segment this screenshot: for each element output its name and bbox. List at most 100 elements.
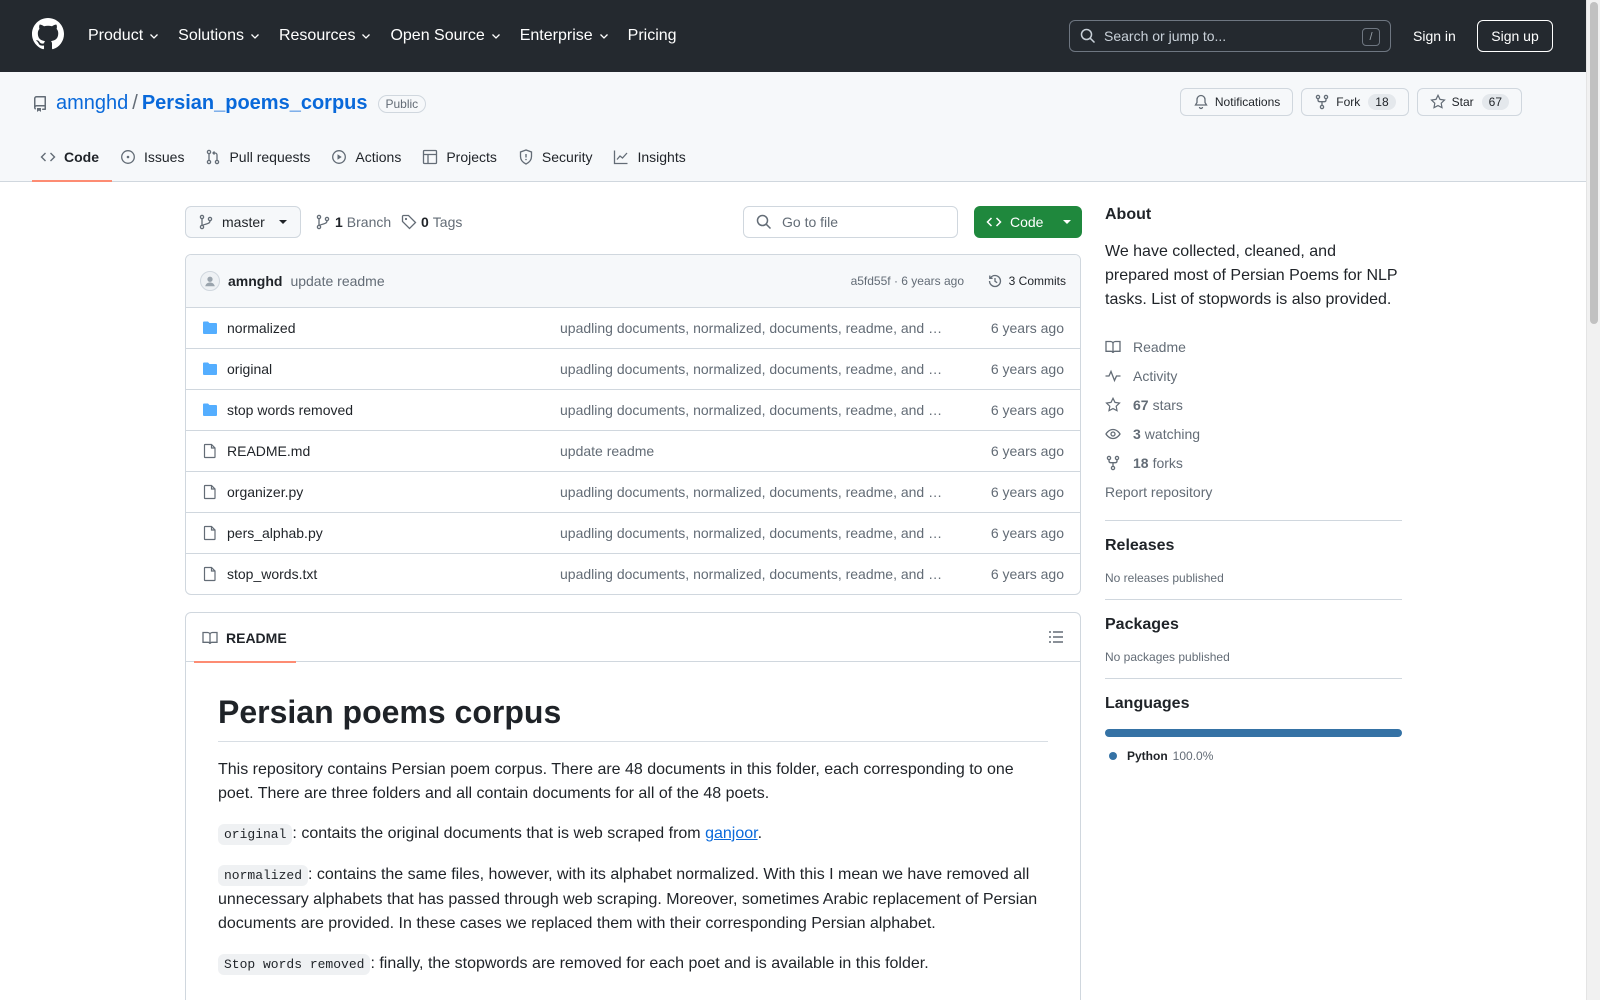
star-icon — [1429, 94, 1446, 109]
code-dropdown-button[interactable]: Code — [974, 206, 1082, 238]
tags-link[interactable]: 0 Tags — [401, 214, 462, 230]
report-repository-link[interactable]: Report repository — [1105, 477, 1402, 506]
file-icon — [203, 484, 216, 500]
chevron-down-icon — [491, 34, 500, 39]
book-icon — [1105, 340, 1121, 353]
file-row[interactable]: pers_alphab.py upadling documents, normal… — [186, 513, 1080, 554]
language-percent: 100.0% — [1172, 749, 1214, 763]
file-commit-message[interactable]: upadling documents, normalized, document… — [560, 525, 945, 541]
commits-history-link[interactable]: 3 Commits — [987, 273, 1066, 289]
file-commit-age: 6 years ago — [990, 484, 1064, 500]
commit-meta[interactable]: a5fd55f · 6 years ago — [851, 274, 964, 288]
file-commit-message[interactable]: update readme — [560, 443, 945, 459]
nav-open-source[interactable]: Open Source — [390, 27, 501, 45]
issue-icon — [121, 150, 135, 164]
avatar[interactable] — [200, 271, 220, 291]
global-search-input[interactable]: Search or jump to... / — [1069, 20, 1391, 52]
star-button[interactable]: Star 67 — [1416, 88, 1522, 116]
tab-actions[interactable]: Actions — [323, 133, 414, 181]
branch-select-button[interactable]: master — [185, 206, 301, 238]
activity-link[interactable]: Activity — [1105, 361, 1402, 390]
repo-owner-link[interactable]: amnghd — [56, 92, 128, 115]
file-name-link[interactable]: normalized — [227, 320, 295, 336]
file-name-link[interactable]: README.md — [227, 443, 310, 459]
sign-in-link[interactable]: Sign in — [1413, 28, 1456, 44]
forks-link[interactable]: 18 forks — [1105, 448, 1402, 477]
packages-heading[interactable]: Packages — [1105, 616, 1402, 634]
nav-pricing[interactable]: Pricing — [628, 27, 677, 45]
global-header: Product Solutions Resources Open Source … — [0, 0, 1586, 72]
tab-code[interactable]: Code — [32, 133, 112, 182]
file-commit-message[interactable]: upadling documents, normalized, document… — [560, 484, 945, 500]
go-to-file-input[interactable]: Go to file — [743, 206, 958, 238]
main-nav: Product Solutions Resources Open Source … — [88, 0, 695, 72]
nav-enterprise[interactable]: Enterprise — [520, 27, 610, 45]
book-icon — [202, 631, 218, 644]
fork-button[interactable]: Fork 18 — [1301, 88, 1409, 116]
readme-original-paragraph: original: contaits the original document… — [218, 822, 1048, 847]
tab-pull-requests[interactable]: Pull requests — [197, 133, 323, 181]
user-avatar-icon — [205, 276, 215, 287]
readme-link[interactable]: Readme — [1105, 332, 1402, 361]
tab-insights[interactable]: Insights — [605, 133, 698, 181]
outline-list-icon[interactable] — [1048, 629, 1064, 645]
readme-tab[interactable]: README — [194, 613, 296, 663]
nav-product[interactable]: Product — [88, 27, 160, 45]
file-row[interactable]: original upadling documents, normalized, … — [186, 349, 1080, 390]
tab-issues[interactable]: Issues — [112, 133, 197, 181]
tab-projects-label: Projects — [446, 149, 497, 165]
file-commit-message[interactable]: upadling documents, normalized, document… — [560, 566, 945, 582]
go-to-file-placeholder: Go to file — [782, 214, 839, 230]
tab-security[interactable]: Security — [510, 133, 606, 181]
repo-name-link[interactable]: Persian_poems_corpus — [142, 92, 368, 115]
ganjoor-link[interactable]: ganjoor — [705, 825, 758, 842]
file-name-link[interactable]: stop_words.txt — [227, 566, 317, 582]
code-icon — [40, 152, 56, 162]
search-icon — [756, 214, 772, 230]
notifications-button[interactable]: Notifications — [1179, 88, 1294, 116]
nav-solutions[interactable]: Solutions — [178, 27, 261, 45]
tab-issues-label: Issues — [144, 149, 185, 165]
branches-link[interactable]: 1 Branch — [315, 214, 391, 230]
tab-actions-label: Actions — [355, 149, 402, 165]
file-name-link[interactable]: organizer.py — [227, 484, 303, 500]
file-commit-age: 6 years ago — [990, 525, 1064, 541]
commit-message[interactable]: update readme — [290, 273, 384, 289]
file-rows: normalized upadling documents, normalized… — [186, 308, 1080, 594]
fork-count: 18 — [1368, 94, 1396, 110]
branch-count: 1 — [335, 214, 343, 230]
file-row[interactable]: organizer.py upadling documents, normaliz… — [186, 472, 1080, 513]
file-name-link[interactable]: stop words removed — [227, 402, 353, 418]
stars-link[interactable]: 67 stars — [1105, 390, 1402, 419]
file-name-link[interactable]: original — [227, 361, 272, 377]
file-row[interactable]: stop words removed upadling documents, no… — [186, 390, 1080, 431]
readme-stopwords-paragraph: Stop words removed: finally, the stopwor… — [218, 952, 1048, 977]
file-name-link[interactable]: pers_alphab.py — [227, 525, 323, 541]
file-commit-message[interactable]: upadling documents, normalized, document… — [560, 361, 945, 377]
history-icon — [988, 274, 1001, 288]
github-logo-icon[interactable] — [32, 18, 64, 50]
nav-resources[interactable]: Resources — [279, 27, 372, 45]
code-button-label: Code — [1010, 214, 1044, 230]
file-row[interactable]: stop_words.txt upadling documents, normal… — [186, 554, 1080, 594]
tab-insights-label: Insights — [637, 149, 686, 165]
notifications-label: Notifications — [1214, 95, 1281, 109]
original-end: . — [757, 825, 763, 842]
file-row[interactable]: normalized upadling documents, normalized… — [186, 308, 1080, 349]
page-scrollbar[interactable] — [1586, 0, 1600, 1000]
file-commit-message[interactable]: upadling documents, normalized, document… — [560, 320, 945, 336]
file-row[interactable]: README.md update readme 6 years ago — [186, 431, 1080, 472]
nav-solutions-label: Solutions — [178, 27, 244, 44]
watchers-link[interactable]: 3 watching — [1105, 419, 1402, 448]
watching-label: watching — [1144, 425, 1201, 442]
file-commit-message[interactable]: upadling documents, normalized, document… — [560, 402, 945, 418]
language-item[interactable]: Python 100.0% — [1105, 749, 1402, 763]
sign-up-button[interactable]: Sign up — [1477, 20, 1553, 52]
chevron-down-icon — [362, 34, 371, 39]
scrollbar-thumb[interactable] — [1590, 2, 1598, 324]
tab-projects[interactable]: Projects — [414, 133, 510, 181]
commit-author[interactable]: amnghd — [228, 273, 282, 289]
releases-heading[interactable]: Releases — [1105, 537, 1402, 555]
fork-icon — [1316, 94, 1329, 110]
tag-icon — [401, 214, 417, 230]
